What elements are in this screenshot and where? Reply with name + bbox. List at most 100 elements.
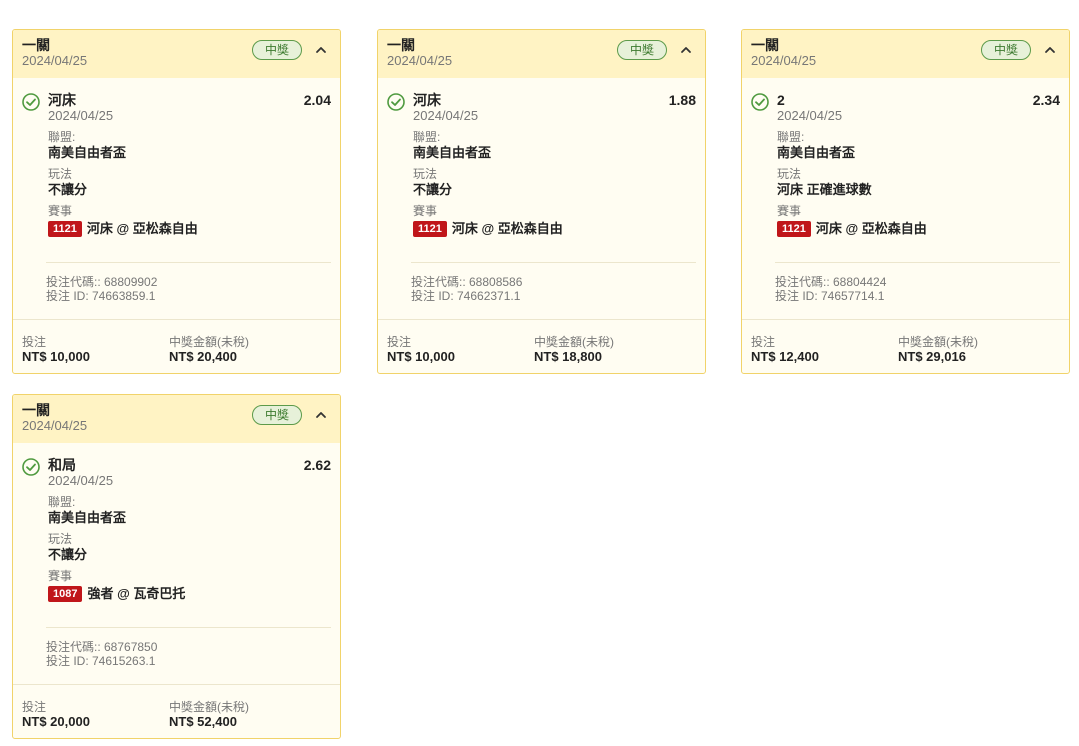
event-code-badge: 1121: [413, 221, 447, 237]
ticket-footer: 投注 NT$ 10,000 中獎金額(未稅) NT$ 18,800: [378, 320, 705, 373]
stake-label: 投注: [22, 335, 47, 349]
bet-ticket-card[interactable]: 一關 2024/04/25 中獎 河床 1.88 2024/04/25 聯盟: …: [377, 29, 706, 374]
league-label: 聯盟:: [48, 130, 76, 144]
stake-value: NT$ 12,400: [751, 349, 819, 364]
odds-value: 2.04: [303, 92, 331, 108]
league-value: 南美自由者盃: [48, 145, 127, 160]
selection-detail: 河床 1.88 2024/04/25 聯盟: 南美自由者盃 玩法 不讓分 賽事 …: [378, 78, 705, 262]
league-label: 聯盟:: [48, 495, 76, 509]
bet-identifiers: 投注代碼:: 68804424 投注 ID: 74657714.1: [742, 263, 1069, 319]
market-label: 玩法: [48, 167, 73, 181]
selection-name: 和局: [48, 457, 76, 473]
check-circle-icon: [22, 458, 40, 476]
event-row: 1121 河床 @ 亞松森自由: [48, 221, 331, 237]
payout-block: 中獎金額(未稅) NT$ 18,800: [534, 335, 614, 364]
selection-detail: 和局 2.62 2024/04/25 聯盟: 南美自由者盃 玩法 不讓分 賽事 …: [13, 443, 340, 627]
bet-id: 投注 ID: 74663859.1: [46, 289, 156, 303]
stake-label: 投注: [387, 335, 412, 349]
league-value: 南美自由者盃: [413, 145, 492, 160]
selection-name: 河床: [413, 92, 441, 108]
league-value: 南美自由者盃: [777, 145, 856, 160]
selection-date: 2024/04/25: [48, 473, 114, 488]
chevron-up-icon[interactable]: [1043, 43, 1057, 57]
payout-label: 中獎金額(未稅): [169, 335, 249, 349]
stake-label: 投注: [751, 335, 776, 349]
payout-block: 中獎金額(未稅) NT$ 29,016: [898, 335, 978, 364]
chevron-up-icon[interactable]: [314, 43, 328, 57]
check-circle-icon: [22, 93, 40, 111]
bet-identifiers: 投注代碼:: 68767850 投注 ID: 74615263.1: [13, 628, 340, 684]
bet-identifiers: 投注代碼:: 68809902 投注 ID: 74663859.1: [13, 263, 340, 319]
event-name: 河床 @ 亞松森自由: [86, 221, 198, 236]
market-value: 不讓分: [413, 182, 453, 197]
payout-label: 中獎金額(未稅): [898, 335, 978, 349]
bet-id: 投注 ID: 74662371.1: [411, 289, 521, 303]
payout-block: 中獎金額(未稅) NT$ 20,400: [169, 335, 249, 364]
odds-value: 1.88: [668, 92, 696, 108]
event-row: 1087 強者 @ 瓦奇巴托: [48, 586, 331, 602]
ticket-footer: 投注 NT$ 20,000 中獎金額(未稅) NT$ 52,400: [13, 685, 340, 738]
event-name: 強者 @ 瓦奇巴托: [87, 586, 186, 601]
selection-date: 2024/04/25: [413, 108, 479, 123]
event-row: 1121 河床 @ 亞松森自由: [413, 221, 696, 237]
check-circle-icon: [387, 93, 405, 111]
bet-id: 投注 ID: 74615263.1: [46, 654, 156, 668]
stake-label: 投注: [22, 700, 47, 714]
stake-block: 投注 NT$ 20,000: [22, 700, 90, 729]
odds-value: 2.62: [303, 457, 331, 473]
market-label: 玩法: [48, 532, 73, 546]
selection-date: 2024/04/25: [777, 108, 843, 123]
stake-value: NT$ 10,000: [22, 349, 90, 364]
chevron-up-icon[interactable]: [314, 408, 328, 422]
event-name: 河床 @ 亞松森自由: [815, 221, 927, 236]
event-label: 賽事: [48, 569, 73, 583]
bet-ticket-card[interactable]: 一關 2024/04/25 中獎 河床 2.04 2024/04/25 聯盟: …: [12, 29, 341, 374]
market-label: 玩法: [777, 167, 802, 181]
status-badge: 中獎: [252, 405, 302, 425]
bet-code: 投注代碼:: 68808586: [411, 275, 523, 289]
ticket-header[interactable]: 一關 2024/04/25 中獎: [13, 30, 340, 78]
payout-value: NT$ 29,016: [898, 349, 966, 364]
event-code-badge: 1121: [48, 221, 82, 237]
selection-detail: 河床 2.04 2024/04/25 聯盟: 南美自由者盃 玩法 不讓分 賽事 …: [13, 78, 340, 262]
stake-value: NT$ 10,000: [387, 349, 455, 364]
odds-value: 2.34: [1032, 92, 1060, 108]
event-row: 1121 河床 @ 亞松森自由: [777, 221, 1060, 237]
ticket-header[interactable]: 一關 2024/04/25 中獎: [13, 395, 340, 443]
bet-ticket-card[interactable]: 一關 2024/04/25 中獎 和局 2.62 2024/04/25 聯盟: …: [12, 394, 341, 739]
market-label: 玩法: [413, 167, 438, 181]
status-badge: 中獎: [981, 40, 1031, 60]
market-value: 河床 正確進球數: [777, 182, 872, 197]
event-label: 賽事: [413, 204, 438, 218]
selection-date: 2024/04/25: [48, 108, 114, 123]
status-badge: 中獎: [617, 40, 667, 60]
event-name: 河床 @ 亞松森自由: [451, 221, 563, 236]
selection-name: 河床: [48, 92, 76, 108]
selection-name: 2: [777, 92, 785, 108]
stake-block: 投注 NT$ 10,000: [22, 335, 90, 364]
ticket-header[interactable]: 一關 2024/04/25 中獎: [742, 30, 1069, 78]
league-label: 聯盟:: [777, 130, 805, 144]
bet-history-grid: 一關 2024/04/25 中獎 河床 2.04 2024/04/25 聯盟: …: [0, 0, 1079, 746]
bet-code: 投注代碼:: 68809902: [46, 275, 158, 289]
payout-label: 中獎金額(未稅): [534, 335, 614, 349]
stake-block: 投注 NT$ 10,000: [387, 335, 455, 364]
payout-block: 中獎金額(未稅) NT$ 52,400: [169, 700, 249, 729]
bet-ticket-card[interactable]: 一關 2024/04/25 中獎 2 2.34 2024/04/25 聯盟: 南…: [741, 29, 1070, 374]
chevron-up-icon[interactable]: [679, 43, 693, 57]
bet-id: 投注 ID: 74657714.1: [775, 289, 885, 303]
league-label: 聯盟:: [413, 130, 441, 144]
stake-block: 投注 NT$ 12,400: [751, 335, 819, 364]
bet-code: 投注代碼:: 68767850: [46, 640, 158, 654]
stake-value: NT$ 20,000: [22, 714, 90, 729]
event-code-badge: 1121: [777, 221, 811, 237]
market-value: 不讓分: [48, 182, 88, 197]
bet-identifiers: 投注代碼:: 68808586 投注 ID: 74662371.1: [378, 263, 705, 319]
payout-value: NT$ 18,800: [534, 349, 602, 364]
selection-detail: 2 2.34 2024/04/25 聯盟: 南美自由者盃 玩法 河床 正確進球數…: [742, 78, 1069, 262]
event-code-badge: 1087: [48, 586, 83, 602]
ticket-header[interactable]: 一關 2024/04/25 中獎: [378, 30, 705, 78]
status-badge: 中獎: [252, 40, 302, 60]
check-circle-icon: [751, 93, 769, 111]
event-label: 賽事: [777, 204, 802, 218]
